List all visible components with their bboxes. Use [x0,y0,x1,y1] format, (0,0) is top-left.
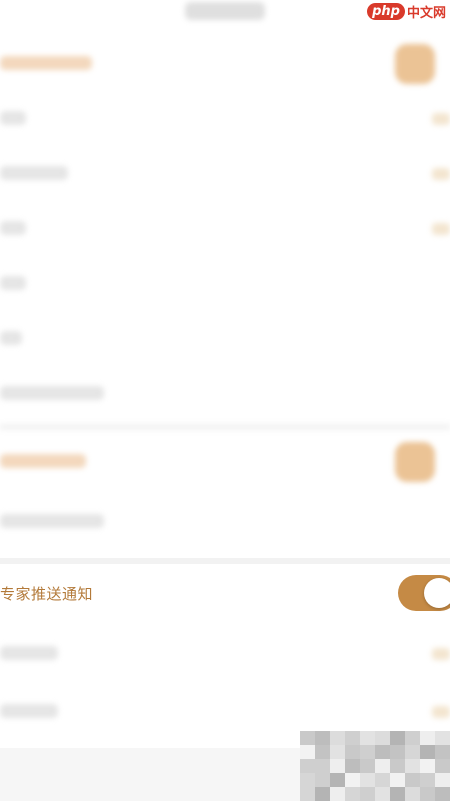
setting-value [432,648,450,660]
setting-badge [395,442,435,482]
settings-row[interactable] [0,626,450,680]
section-divider [0,558,450,564]
section-divider [0,424,450,430]
mosaic-tile [300,745,315,759]
mosaic-tile [420,745,435,759]
mosaic-tile [330,731,345,745]
mosaic-tile [375,787,390,801]
settings-row[interactable] [0,311,450,365]
settings-row[interactable] [0,146,450,200]
mosaic-tile [390,759,405,773]
mosaic-tile [315,731,330,745]
mosaic-tile [315,773,330,787]
mosaic-tile [300,759,315,773]
setting-value [432,706,450,718]
mosaic-tile [360,773,375,787]
mosaic-tile [300,787,315,801]
setting-value [432,223,450,235]
mosaic-tile [405,759,420,773]
setting-value [432,168,450,180]
mosaic-tile [375,759,390,773]
mosaic-tile [435,787,450,801]
toggle-knob [424,578,450,608]
watermark-text: 中文网 [406,5,446,21]
mosaic-tile [405,731,420,745]
mosaic-tile [435,773,450,787]
mosaic-tile [330,773,345,787]
mosaic-tile [315,745,330,759]
mosaic-tile [390,745,405,759]
mosaic-tile [435,731,450,745]
setting-label [0,454,86,468]
mosaic-tile [330,787,345,801]
mosaic-tile [390,731,405,745]
mosaic-tile [420,759,435,773]
mosaic-tile [375,773,390,787]
setting-label [0,331,22,345]
setting-label [0,56,92,70]
blurred-settings-list-lower [0,618,450,748]
mosaic-tile [375,745,390,759]
settings-row[interactable] [0,91,450,145]
mosaic-tile [345,731,360,745]
setting-label [0,111,26,125]
mosaic-tile [345,773,360,787]
setting-badge [395,44,435,84]
settings-row[interactable] [0,201,450,255]
mosaic-tile [360,745,375,759]
setting-label [0,166,68,180]
expert-push-notification-row: 专家推送通知 [0,567,450,619]
mosaic-tile [420,773,435,787]
setting-label [0,386,104,400]
expert-push-notification-label: 专家推送通知 [0,585,94,603]
blurred-settings-list [0,0,450,560]
expert-push-notification-toggle[interactable] [398,575,450,611]
settings-row[interactable] [0,494,450,548]
setting-label [0,276,26,290]
mosaic-tile [330,745,345,759]
mosaic-tile [360,787,375,801]
mosaic-tile [420,787,435,801]
setting-label [0,646,58,660]
page-title [185,2,265,20]
mosaic-tile [405,745,420,759]
settings-row[interactable] [0,684,450,738]
mosaic-tile [345,787,360,801]
settings-row[interactable] [0,434,450,488]
mosaic-tile [315,759,330,773]
site-watermark: php 中文网 [367,2,446,21]
settings-row[interactable] [0,366,450,420]
mosaic-tile [435,745,450,759]
mosaic-tile [345,759,360,773]
mosaic-tile [330,759,345,773]
settings-row[interactable] [0,256,450,310]
watermark-logo: php [367,2,405,20]
setting-label [0,704,58,718]
mosaic-tile [420,731,435,745]
mosaic-tile [405,773,420,787]
mosaic-tile [390,787,405,801]
mosaic-tile [300,773,315,787]
setting-label [0,514,104,528]
setting-label [0,221,26,235]
mosaic-tile [360,731,375,745]
setting-value [432,113,450,125]
mosaic-tile [375,731,390,745]
mosaic-tile [300,731,315,745]
mosaic-tile [345,745,360,759]
mosaic-tile [390,773,405,787]
mosaic-tile [405,787,420,801]
mosaic-tile [360,759,375,773]
mosaic-tile [435,759,450,773]
pixelated-mosaic [300,731,450,801]
mosaic-tile [315,787,330,801]
settings-row[interactable] [0,36,450,90]
